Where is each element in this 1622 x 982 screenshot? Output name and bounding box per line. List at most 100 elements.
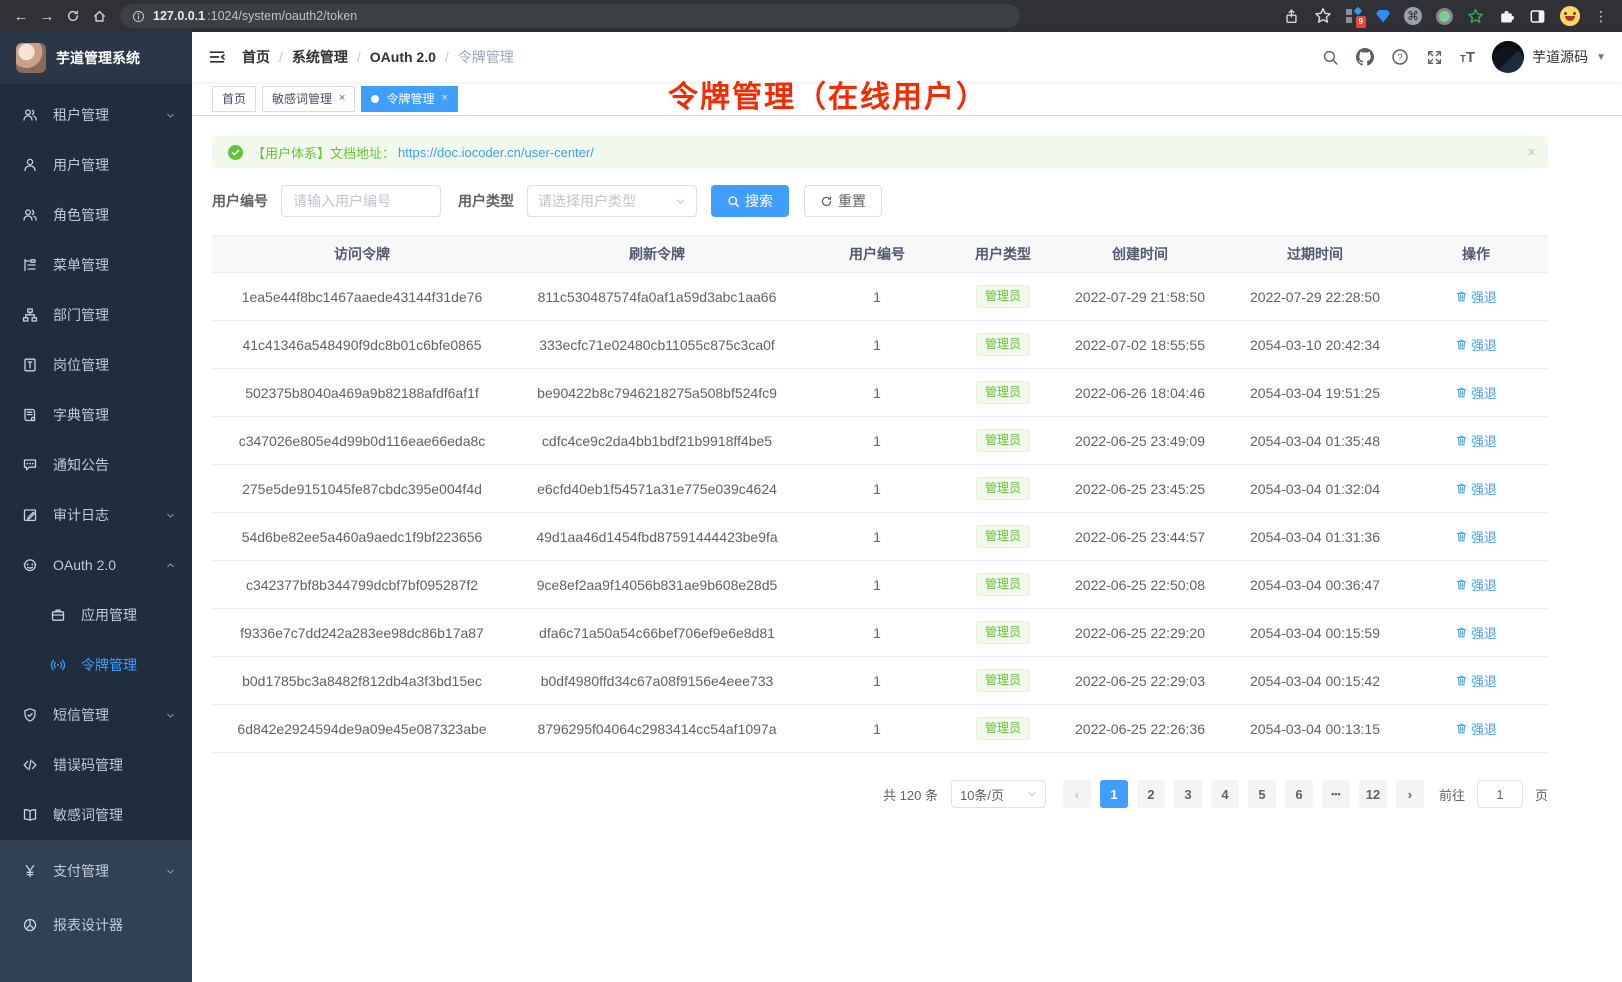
column-header: 过期时间 xyxy=(1226,236,1404,273)
user-id-input[interactable] xyxy=(293,193,429,209)
page-button-6[interactable]: 6 xyxy=(1285,780,1313,808)
user-type-cell: 管理员 xyxy=(952,609,1054,657)
fullscreen-icon[interactable] xyxy=(1426,49,1443,66)
page-button-5[interactable]: 5 xyxy=(1248,780,1276,808)
browser-reload-icon[interactable] xyxy=(60,3,86,29)
user-type-badge: 管理员 xyxy=(976,477,1030,499)
sidebar-item-13[interactable]: 短信管理 xyxy=(0,690,192,740)
user-type-cell: 管理员 xyxy=(952,369,1054,417)
app-logo[interactable]: 芋道管理系统 xyxy=(0,32,192,84)
close-icon[interactable]: × xyxy=(1527,144,1536,161)
force-logout-button[interactable]: 强退 xyxy=(1455,335,1497,354)
sidebar-item-6[interactable]: 岗位管理 xyxy=(0,340,192,390)
sidebar-item-10[interactable]: OAuth 2.0 xyxy=(0,540,192,590)
site-info-icon[interactable] xyxy=(132,10,145,23)
github-icon[interactable] xyxy=(1356,48,1374,66)
reset-button[interactable]: 重置 xyxy=(804,185,882,217)
breadcrumb-item[interactable]: 首页 xyxy=(242,47,270,67)
breadcrumb-separator: / xyxy=(279,49,283,65)
force-logout-button[interactable]: 强退 xyxy=(1455,575,1497,594)
search-icon[interactable] xyxy=(1322,49,1339,66)
table-row: c342377bf8b344799dcbf7bf095287f29ce8ef2a… xyxy=(212,561,1548,609)
sidebar-item-3[interactable]: 角色管理 xyxy=(0,190,192,240)
sidebar: 芋道管理系统 租户管理用户管理角色管理菜单管理部门管理岗位管理字典管理通知公告审… xyxy=(0,32,192,982)
record-icon[interactable] xyxy=(1436,8,1453,25)
star-icon[interactable] xyxy=(1314,7,1332,25)
robot-icon xyxy=(22,557,39,573)
sidebar-item-16[interactable]: 支付管理 xyxy=(0,844,192,898)
page-button-2[interactable]: 2 xyxy=(1137,780,1165,808)
sidebar-item-4[interactable]: 菜单管理 xyxy=(0,240,192,290)
sidebar-item-14[interactable]: 错误码管理 xyxy=(0,740,192,790)
sidebar-item-7[interactable]: 字典管理 xyxy=(0,390,192,440)
force-logout-button[interactable]: 强退 xyxy=(1455,671,1497,690)
close-icon[interactable]: × xyxy=(441,93,447,104)
browser-forward-icon[interactable]: → xyxy=(34,3,60,29)
force-logout-button[interactable]: 强退 xyxy=(1455,383,1497,402)
table-row: 502375b8040a469a9b82188afdf6af1fbe90422b… xyxy=(212,369,1548,417)
action-cell: 强退 xyxy=(1404,369,1548,417)
prev-page-button[interactable]: ‹ xyxy=(1063,780,1091,808)
sidebar-item-9[interactable]: 审计日志 xyxy=(0,490,192,540)
user-menu[interactable]: 芋道源码 ▼ xyxy=(1492,41,1606,73)
goto-page-input[interactable] xyxy=(1477,780,1523,808)
user-type-badge: 管理员 xyxy=(976,525,1030,547)
sidebar-collapse-icon[interactable] xyxy=(208,48,226,66)
sidebar-item-5[interactable]: 部门管理 xyxy=(0,290,192,340)
emoji-icon[interactable] xyxy=(1560,6,1580,26)
force-logout-button[interactable]: 强退 xyxy=(1455,623,1497,642)
force-logout-button[interactable]: 强退 xyxy=(1455,431,1497,450)
sidebar-item-8[interactable]: 通知公告 xyxy=(0,440,192,490)
help-icon[interactable]: ? xyxy=(1391,48,1409,66)
sidebar-item-2[interactable]: 用户管理 xyxy=(0,140,192,190)
command-icon[interactable]: ⌘ xyxy=(1404,7,1422,25)
tab-bar: 首页敏感词管理×令牌管理× xyxy=(192,82,1622,116)
sidebar-item-17[interactable]: 报表设计器 xyxy=(0,898,192,952)
page-button-1[interactable]: 1 xyxy=(1100,780,1128,808)
tab-3[interactable]: 令牌管理× xyxy=(361,86,457,112)
browser-back-icon[interactable]: ← xyxy=(8,3,34,29)
panel-icon[interactable] xyxy=(1529,8,1546,25)
force-logout-label: 强退 xyxy=(1471,479,1497,498)
sidebar-item-11[interactable]: 应用管理 xyxy=(0,590,192,640)
page-size-select[interactable]: 10条/页 xyxy=(951,780,1046,808)
user-type-select[interactable]: 请选择用户类型 xyxy=(527,185,697,217)
close-icon[interactable]: × xyxy=(339,93,345,104)
breadcrumb-separator: / xyxy=(357,49,361,65)
sidebar-item-12[interactable]: 令牌管理 xyxy=(0,640,192,690)
browser-home-icon[interactable] xyxy=(86,3,112,29)
page-button-3[interactable]: 3 xyxy=(1174,780,1202,808)
browser-url-bar[interactable]: 127.0.0.1 :1024/system/oauth2/token xyxy=(120,4,1020,28)
force-logout-button[interactable]: 强退 xyxy=(1455,527,1497,546)
search-icon xyxy=(727,195,740,208)
sidebar-item-15[interactable]: 敏感词管理 xyxy=(0,790,192,840)
gem-icon[interactable] xyxy=(1376,10,1390,23)
doc-link[interactable]: https://doc.iocoder.cn/user-center/ xyxy=(398,145,594,160)
force-logout-button[interactable]: 强退 xyxy=(1455,287,1497,306)
breadcrumb-item[interactable]: OAuth 2.0 xyxy=(370,49,436,65)
user-type-cell: 管理员 xyxy=(952,705,1054,753)
page-button-12[interactable]: 12 xyxy=(1359,780,1387,808)
users-icon xyxy=(22,207,39,223)
force-logout-button[interactable]: 强退 xyxy=(1455,479,1497,498)
trash-icon xyxy=(1455,338,1468,351)
menu-dots-icon[interactable]: ⋮ xyxy=(1594,8,1608,25)
app-title: 芋道管理系统 xyxy=(56,48,140,68)
comment-icon xyxy=(22,457,39,473)
next-page-button[interactable]: › xyxy=(1396,780,1424,808)
breadcrumb-item[interactable]: 系统管理 xyxy=(292,47,348,67)
search-button[interactable]: 搜索 xyxy=(711,185,789,217)
tab-1[interactable]: 首页 xyxy=(212,86,256,112)
users-icon xyxy=(22,107,39,123)
text-size-icon[interactable]: TT xyxy=(1460,50,1475,65)
user-id-cell: 1 xyxy=(802,657,952,705)
page-button-4[interactable]: 4 xyxy=(1211,780,1239,808)
star-green-icon[interactable] xyxy=(1467,8,1484,25)
share-icon[interactable] xyxy=(1283,8,1300,25)
page-content: 【用户体系】文档地址： https://doc.iocoder.cn/user-… xyxy=(192,116,1568,828)
force-logout-button[interactable]: 强退 xyxy=(1455,719,1497,738)
sidebar-item-1[interactable]: 租户管理 xyxy=(0,90,192,140)
tab-2[interactable]: 敏感词管理× xyxy=(262,86,355,112)
puzzle-icon[interactable] xyxy=(1498,8,1515,25)
extensions-icon[interactable]: 9 xyxy=(1346,8,1362,24)
